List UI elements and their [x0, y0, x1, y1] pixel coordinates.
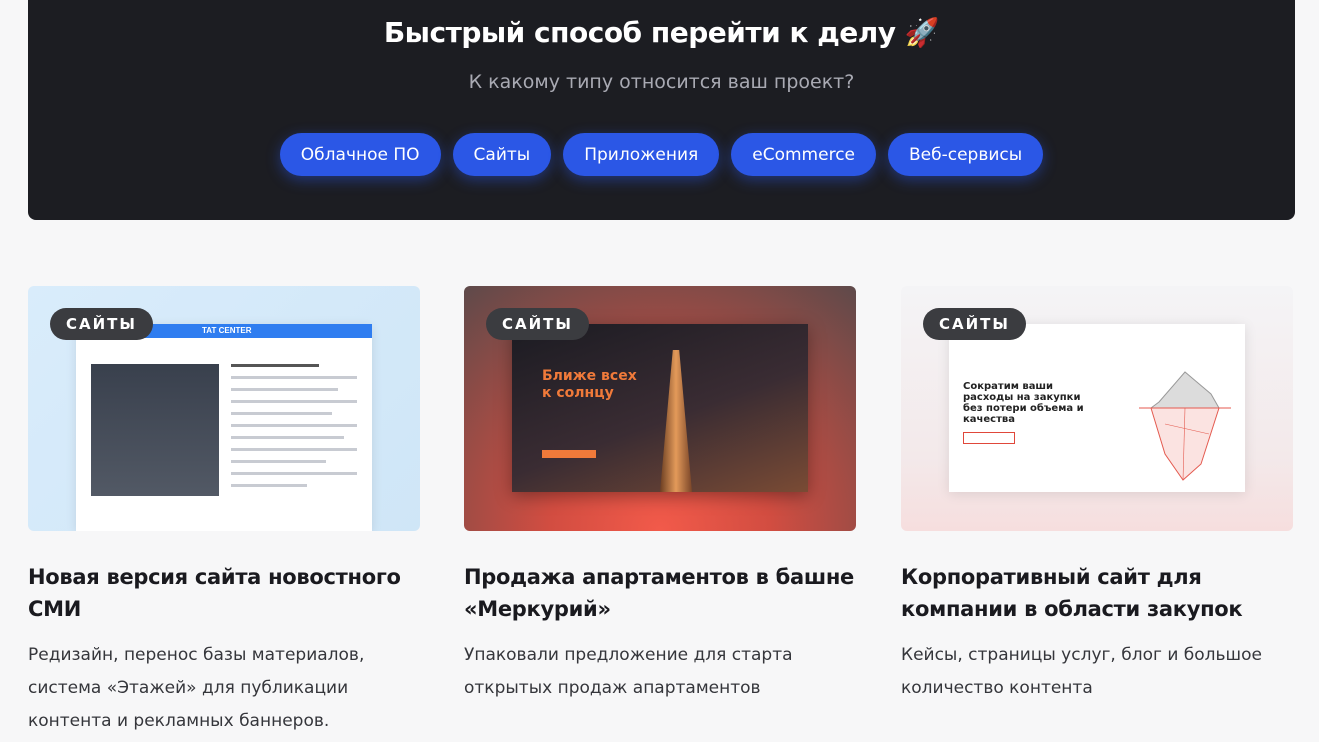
website-mockup: TAT CENTER [76, 324, 372, 531]
case-thumbnail[interactable]: САЙТЫ Сократим ваши расходы на закупки б… [901, 286, 1293, 531]
case-description: Кейсы, страницы услуг, блог и большое ко… [901, 645, 1262, 698]
case-card-news[interactable]: САЙТЫ TAT CENTER Новая версия сайта ново… [28, 286, 420, 738]
case-title[interactable]: Продажа апартаментов в башне «Меркурий» [464, 561, 856, 625]
case-title[interactable]: Новая версия сайта новостного СМИ [28, 561, 420, 625]
hero-subtitle: К какому типу относится ваш проект? [468, 71, 855, 93]
mockup-headline: Ближе всех к солнцу [542, 368, 637, 401]
category-badge: САЙТЫ [923, 308, 1026, 340]
case-card-procurement[interactable]: САЙТЫ Сократим ваши расходы на закупки б… [901, 286, 1293, 705]
iceberg-illustration [1139, 371, 1231, 481]
mockup-cta [542, 450, 596, 458]
case-description: Упаковали предложение для старта открыты… [464, 645, 793, 698]
website-mockup: Ближе всех к солнцу [512, 324, 808, 492]
case-card-mercury[interactable]: САЙТЫ Ближе всех к солнцу Продажа апарта… [464, 286, 856, 705]
case-thumbnail[interactable]: САЙТЫ TAT CENTER [28, 286, 420, 531]
mockup-headline: Сократим ваши расходы на закупки без пот… [963, 381, 1084, 425]
case-description: Редизайн, перенос базы материалов, систе… [28, 645, 365, 731]
category-cloud-button[interactable]: Облачное ПО [279, 133, 441, 176]
mockup-news-column [231, 364, 357, 496]
category-badge: САЙТЫ [486, 308, 589, 340]
category-apps-button[interactable]: Приложения [563, 133, 720, 176]
mockup-logo: TAT CENTER [202, 326, 252, 335]
hero-title: Быстрый способ перейти к делу 🚀 [383, 16, 940, 49]
category-pills: Облачное ПО Сайты Приложения eCommerce В… [28, 133, 1295, 176]
tower-image [660, 350, 692, 492]
category-ecommerce-button[interactable]: eCommerce [731, 133, 876, 176]
case-title[interactable]: Корпоративный сайт для компании в област… [901, 561, 1293, 625]
category-badge: САЙТЫ [50, 308, 153, 340]
hero-section: Быстрый способ перейти к делу 🚀 К какому… [28, 0, 1295, 220]
mockup-photo [91, 364, 219, 496]
mockup-cta [963, 432, 1015, 444]
category-sites-button[interactable]: Сайты [452, 133, 552, 176]
category-webservices-button[interactable]: Веб-сервисы [888, 133, 1044, 176]
website-mockup: Сократим ваши расходы на закупки без пот… [949, 324, 1245, 492]
case-thumbnail[interactable]: САЙТЫ Ближе всех к солнцу [464, 286, 856, 531]
